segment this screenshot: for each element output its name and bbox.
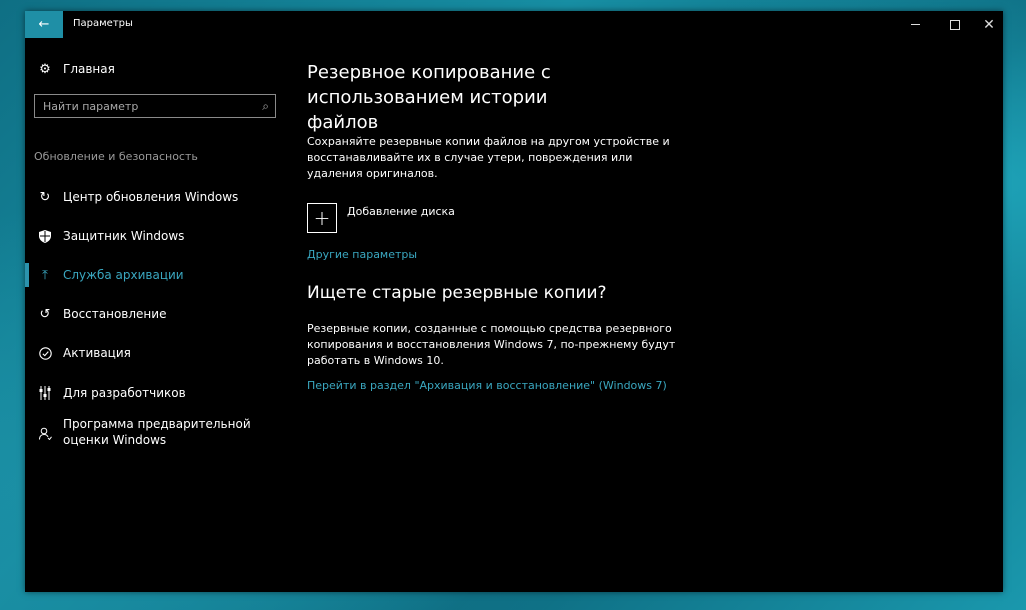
- back-button[interactable]: ←: [25, 11, 63, 38]
- old-backups-heading: Ищете старые резервные копии?: [307, 283, 607, 303]
- insider-person-icon: [37, 425, 53, 441]
- add-drive-label: Добавление диска: [347, 205, 455, 218]
- sidebar-item-label: Главная: [63, 62, 115, 76]
- refresh-icon: ↻: [39, 189, 51, 205]
- sidebar-item-label: Программа предварительной оценки Windows: [63, 417, 251, 447]
- developer-sliders-icon: [37, 385, 53, 401]
- backup-arrow-icon: ⤒: [42, 267, 48, 283]
- window-title: Параметры: [73, 18, 133, 29]
- sidebar: ⚙ Главная ⌕ Обновление и безопасность ↻ …: [25, 38, 290, 592]
- search-input[interactable]: [43, 99, 243, 113]
- gear-icon: ⚙: [39, 61, 51, 77]
- sidebar-item-label: Защитник Windows: [63, 229, 185, 243]
- sidebar-item-defender[interactable]: Защитник Windows: [37, 228, 282, 244]
- sidebar-item-label: Центр обновления Windows: [63, 190, 239, 204]
- minimize-button[interactable]: [895, 11, 935, 38]
- checkmark-circle-icon: [37, 345, 53, 361]
- backup-restore-windows7-link[interactable]: Перейти в раздел "Архивация и восстановл…: [307, 379, 667, 392]
- more-options-link[interactable]: Другие параметры: [307, 248, 417, 261]
- backup-description: Сохраняйте резервные копии файлов на дру…: [307, 135, 670, 180]
- plus-icon: +: [307, 203, 337, 233]
- settings-window: ← Параметры ✕ ⚙ Главная ⌕ Обновление и б…: [25, 11, 1003, 592]
- page-title: Резервное копирование с использованием и…: [307, 62, 551, 133]
- sidebar-item-developers[interactable]: Для разработчиков: [37, 385, 282, 401]
- sidebar-item-activation[interactable]: Активация: [37, 345, 282, 361]
- maximize-icon: [950, 19, 960, 30]
- sidebar-item-label: Служба архивации: [63, 268, 184, 282]
- shield-icon: [37, 228, 53, 244]
- add-drive-button[interactable]: + Добавление диска: [307, 203, 455, 233]
- minimize-icon: [910, 24, 920, 25]
- maximize-button[interactable]: [935, 11, 975, 38]
- history-icon: ↺: [39, 306, 51, 322]
- sidebar-item-label: Восстановление: [63, 307, 167, 321]
- sidebar-item-insider[interactable]: Программа предварительной оценки Windows: [37, 416, 282, 448]
- close-icon: ✕: [983, 16, 995, 33]
- sidebar-item-label: Для разработчиков: [63, 386, 186, 400]
- main-content: Резервное копирование с использованием и…: [307, 38, 997, 592]
- search-icon: ⌕: [262, 98, 269, 113]
- sidebar-item-label: Активация: [63, 346, 131, 360]
- back-arrow-icon: ←: [38, 17, 50, 32]
- active-indicator: [25, 263, 29, 287]
- close-button[interactable]: ✕: [975, 11, 1003, 38]
- sidebar-item-recovery[interactable]: ↺ Восстановление: [37, 306, 282, 322]
- sidebar-item-windows-update[interactable]: ↻ Центр обновления Windows: [37, 189, 282, 205]
- section-heading: Обновление и безопасность: [34, 150, 198, 163]
- sidebar-item-home[interactable]: ⚙ Главная: [37, 61, 115, 77]
- search-field[interactable]: ⌕: [34, 94, 276, 118]
- title-bar: ← Параметры ✕: [25, 11, 1003, 38]
- old-backups-description: Резервные копии, созданные с помощью сре…: [307, 322, 676, 367]
- sidebar-item-backup[interactable]: ⤒ Служба архивации: [37, 267, 282, 283]
